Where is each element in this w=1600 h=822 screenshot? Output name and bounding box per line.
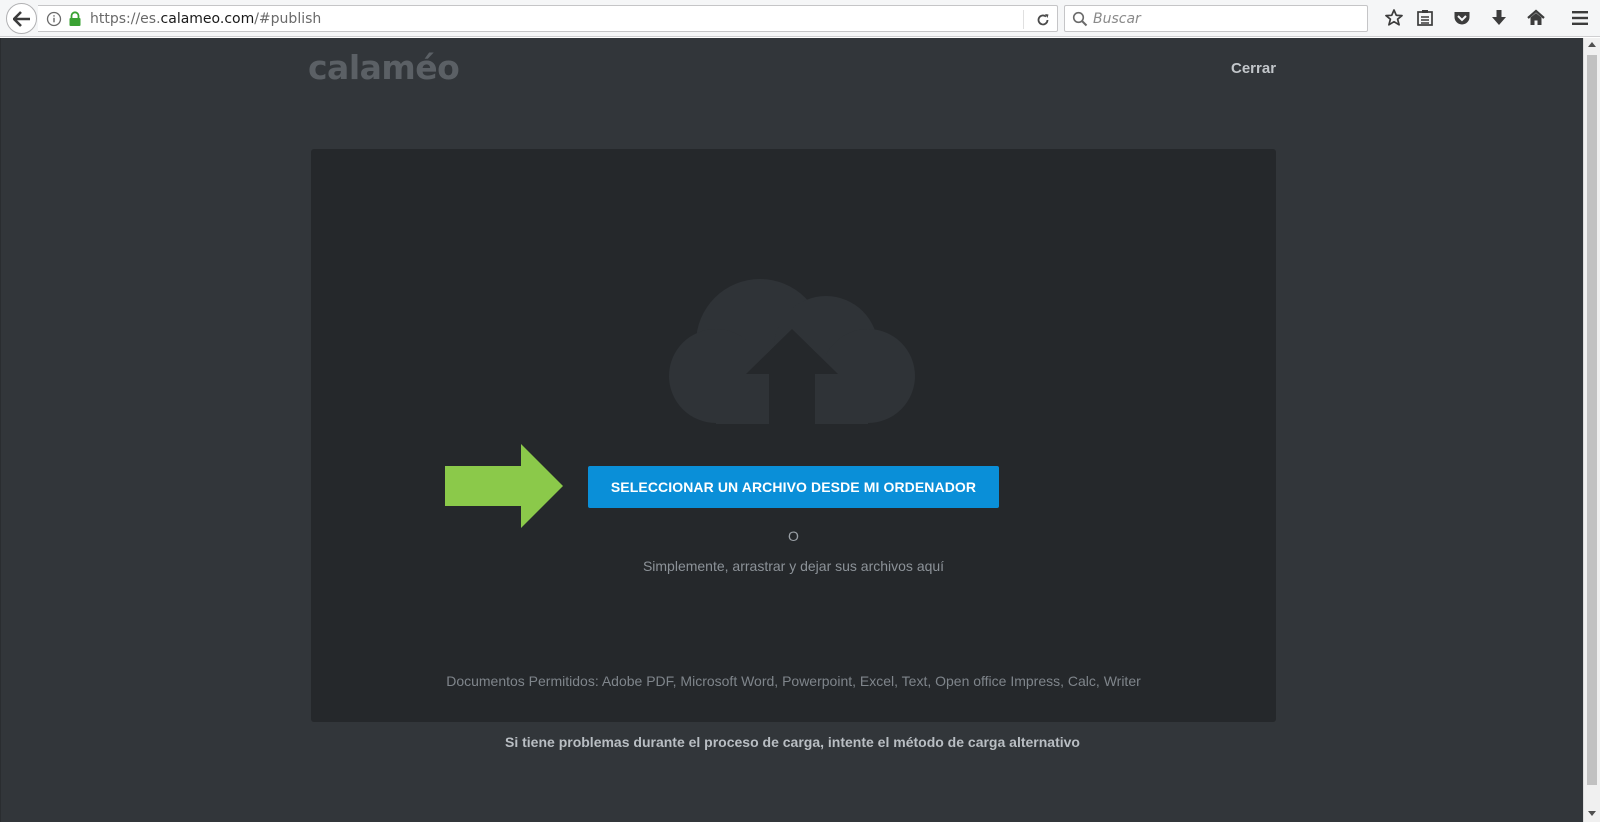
alternative-upload-link[interactable]: Si tiene problemas durante el proceso de… (1, 734, 1584, 750)
pointer-arrow-icon (445, 444, 563, 528)
url-host: calameo.com (160, 11, 255, 27)
drag-drop-hint: Simplemente, arrastrar y dejar sus archi… (642, 558, 945, 574)
or-separator: O (788, 528, 799, 544)
back-button[interactable] (6, 3, 37, 34)
info-icon[interactable] (46, 11, 62, 27)
bookmark-star-icon (1385, 9, 1403, 26)
browser-toolbar: https://es.calameo.com/#publish Buscar (0, 0, 1600, 37)
address-bar[interactable]: https://es.calameo.com/#publish (38, 5, 1058, 32)
download-button[interactable] (1487, 7, 1511, 29)
reading-list-button[interactable] (1413, 7, 1437, 29)
url-divider (1023, 10, 1024, 29)
select-file-button[interactable]: SELECCIONAR UN ARCHIVO DESDE MI ORDENADO… (588, 466, 999, 508)
url-prefix: https://es. (90, 11, 161, 27)
reload-icon (1037, 13, 1049, 25)
calameo-logo[interactable]: calaméo (308, 48, 460, 87)
back-icon (12, 10, 30, 27)
close-link[interactable]: Cerrar (1231, 60, 1276, 77)
search-bar[interactable]: Buscar (1064, 5, 1368, 32)
scroll-down-icon[interactable] (1588, 811, 1596, 816)
reading-list-icon (1417, 10, 1433, 26)
bookmark-star-button[interactable] (1382, 7, 1406, 29)
page-scrollbar[interactable] (1583, 38, 1600, 822)
url-text[interactable]: https://es.calameo.com/#publish (90, 11, 321, 27)
url-path: /#publish (254, 11, 322, 27)
search-placeholder: Buscar (1093, 11, 1141, 27)
home-button[interactable] (1524, 7, 1548, 29)
reload-button[interactable] (1033, 10, 1053, 29)
upload-dropzone[interactable]: SELECCIONAR UN ARCHIVO DESDE MI ORDENADO… (311, 149, 1276, 722)
lock-icon[interactable] (68, 11, 82, 27)
search-icon (1072, 11, 1088, 27)
scroll-up-icon[interactable] (1588, 42, 1596, 47)
menu-button[interactable] (1568, 7, 1592, 29)
publish-page: calaméo Cerrar SELECCIONAR UN ARCHIVO DE… (0, 38, 1583, 822)
pocket-button[interactable] (1450, 7, 1474, 29)
menu-icon (1572, 11, 1588, 25)
home-icon (1527, 9, 1545, 25)
download-icon (1492, 10, 1506, 25)
allowed-formats: Documentos Permitidos: Adobe PDF, Micros… (446, 673, 1141, 689)
scrollbar-thumb[interactable] (1587, 55, 1597, 785)
pocket-icon (1454, 12, 1470, 25)
cloud-upload-icon (669, 279, 915, 424)
